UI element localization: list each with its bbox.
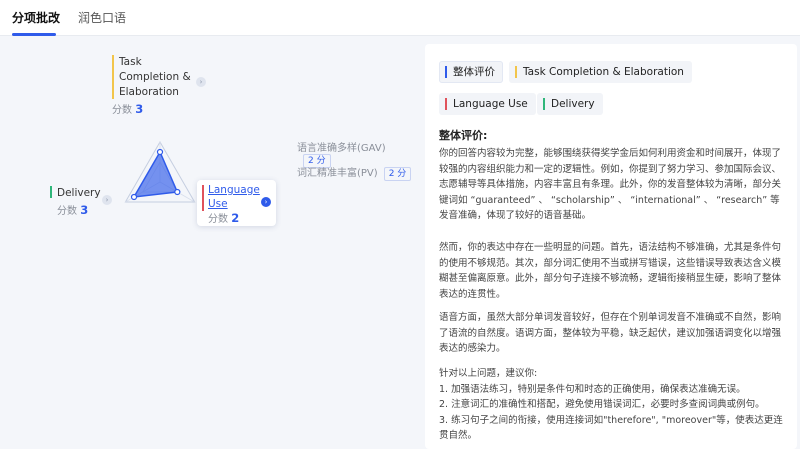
radar-area: Task Completion & Elaboration 分数 3 › Del…: [0, 37, 415, 449]
chip-language-use[interactable]: Language Use: [439, 93, 536, 115]
task-completion-score: 分数 3: [112, 102, 191, 118]
sub-score-value: 2 分: [383, 167, 412, 181]
chip-color-bar: [445, 66, 447, 78]
paragraph-4: 针对以上问题，建议你: 1. 加强语法练习，特别是条件句和时态的正确使用，确保表…: [439, 368, 783, 441]
paragraph-3: 语音方面，虽然大部分单词发音较好，但存在个别单词发音不准确或不自然，影响了语流的…: [439, 312, 782, 354]
sub-score-label: 语言准确多样(GAV): [297, 143, 386, 154]
chip-label: Delivery: [551, 98, 595, 110]
language-use-name[interactable]: Language Use: [208, 183, 260, 211]
paragraph-2: 然而，你的表达中存在一些明显的问题。首先，语法结构不够准确，尤其是条件句的使用不…: [439, 242, 782, 300]
delivery-score-value: 3: [80, 203, 89, 217]
language-use-score: 分数 2: [208, 210, 239, 225]
task-completion-color-bar: [112, 55, 114, 99]
delivery-score: 分数 3: [50, 203, 101, 219]
delivery-expand-icon[interactable]: ›: [102, 195, 112, 205]
radar-score-area: [132, 150, 179, 198]
task-completion-line-1: Task: [119, 56, 142, 68]
tab-polish-spoken[interactable]: 润色口语: [78, 9, 126, 26]
language-use-line-2: Use: [208, 198, 228, 210]
delivery-name: Delivery: [57, 187, 101, 199]
paragraph-1: 你的回答内容较为完整，能够围绕获得奖学金后如何利用资金和时间展开，体现了较强的内…: [439, 148, 782, 221]
sub-score-label: 词汇精准丰富(PV): [297, 168, 378, 179]
radar-point: [174, 188, 181, 196]
chevron-right-icon[interactable]: ›: [261, 197, 271, 207]
tab-bar: 分项批改 润色口语: [0, 0, 800, 36]
task-completion-label[interactable]: Task Completion & Elaboration 分数 3: [112, 55, 191, 118]
chip-label: Task Completion & Elaboration: [523, 66, 684, 78]
radar-point: [130, 193, 138, 201]
score-prefix: 分数: [112, 105, 132, 116]
chip-color-bar: [515, 66, 517, 78]
score-prefix: 分数: [208, 214, 228, 225]
task-completion-score-value: 3: [135, 102, 144, 116]
chip-label: Language Use: [453, 98, 528, 110]
chip-color-bar: [543, 98, 545, 110]
feedback-panel: 整体评价 Task Completion & Elaboration Langu…: [425, 44, 797, 449]
task-completion-expand-icon[interactable]: ›: [196, 77, 206, 87]
score-prefix: 分数: [57, 206, 77, 217]
language-use-color-bar: [202, 185, 204, 211]
section-title: 整体评价:: [439, 129, 488, 142]
chip-delivery[interactable]: Delivery: [537, 93, 603, 115]
tab-itemized-grading[interactable]: 分项批改: [12, 9, 60, 26]
language-use-card[interactable]: Language Use 分数 2 ›: [197, 180, 276, 226]
chip-task-completion[interactable]: Task Completion & Elaboration: [509, 61, 692, 83]
delivery-color-bar: [50, 186, 52, 198]
language-use-line-1: Language: [208, 184, 260, 196]
task-completion-line-2: Completion &: [119, 71, 191, 83]
chip-overall-evaluation[interactable]: 整体评价: [439, 61, 503, 83]
chip-color-bar: [445, 98, 447, 110]
language-use-score-value: 2: [231, 211, 240, 225]
active-tab-indicator: [12, 33, 56, 36]
task-completion-line-3: Elaboration: [119, 86, 179, 98]
sub-score-pv: 词汇精准丰富(PV) 2 分: [297, 164, 412, 181]
delivery-label[interactable]: Delivery 分数 3: [50, 186, 101, 219]
radar-point: [156, 148, 164, 156]
chip-label: 整体评价: [453, 66, 495, 78]
